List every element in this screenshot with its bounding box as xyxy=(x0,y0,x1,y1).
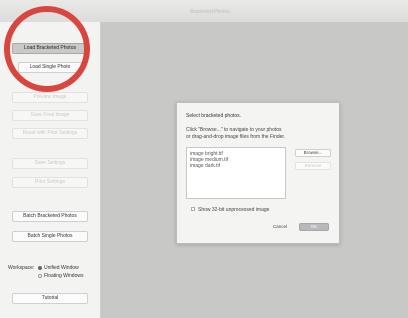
tutorial-button[interactable]: Tutorial xyxy=(12,293,88,304)
radio-selected-icon xyxy=(38,266,42,270)
show-uncorrected-label: Show 32-bit unprocessed image xyxy=(198,207,270,213)
save-final-image-button[interactable]: Save Final Image xyxy=(12,110,88,121)
ok-button[interactable]: OK xyxy=(299,223,329,231)
dialog-instructions-line1: Click "Browse..." to navigate to your ph… xyxy=(186,127,282,133)
window-title: Bracketed Photos xyxy=(190,9,230,15)
dialog-instructions-line2: or drag-and-drop image files from the Fi… xyxy=(186,134,286,140)
cancel-button[interactable]: Cancel xyxy=(265,223,295,231)
file-list[interactable]: image bright.tif image medium.tif image … xyxy=(186,147,286,199)
show-uncorrected-checkbox[interactable] xyxy=(191,207,195,211)
browse-button[interactable]: Browse... xyxy=(295,149,331,157)
reset-with-prior-settings-button[interactable]: Reset with Prior Settings xyxy=(12,128,88,139)
select-photos-dialog: Select bracketed photos. Click "Browse..… xyxy=(176,102,340,244)
workspace-option-label: Floating Windows xyxy=(44,273,84,279)
preview-image-button[interactable]: Preview Image xyxy=(12,92,88,103)
workspace-label: Workspace: xyxy=(8,265,35,271)
dialog-heading: Select bracketed photos. xyxy=(186,113,242,119)
workspace-option-label: Unified Window xyxy=(44,265,79,271)
remove-button[interactable]: Remove xyxy=(295,162,331,170)
highlight-circle xyxy=(4,6,90,92)
workspace-option-unified[interactable]: Unified Window xyxy=(38,265,79,271)
file-list-item[interactable]: image dark.tif xyxy=(190,163,282,169)
save-settings-button[interactable]: Save Settings xyxy=(12,158,88,169)
radio-unselected-icon xyxy=(38,274,42,278)
prior-settings-button[interactable]: Prior Settings xyxy=(12,177,88,188)
workspace-option-floating[interactable]: Floating Windows xyxy=(38,273,83,279)
batch-single-photos-button[interactable]: Batch Single Photos xyxy=(12,231,88,242)
batch-bracketed-photos-button[interactable]: Batch Bracketed Photos xyxy=(12,211,88,222)
